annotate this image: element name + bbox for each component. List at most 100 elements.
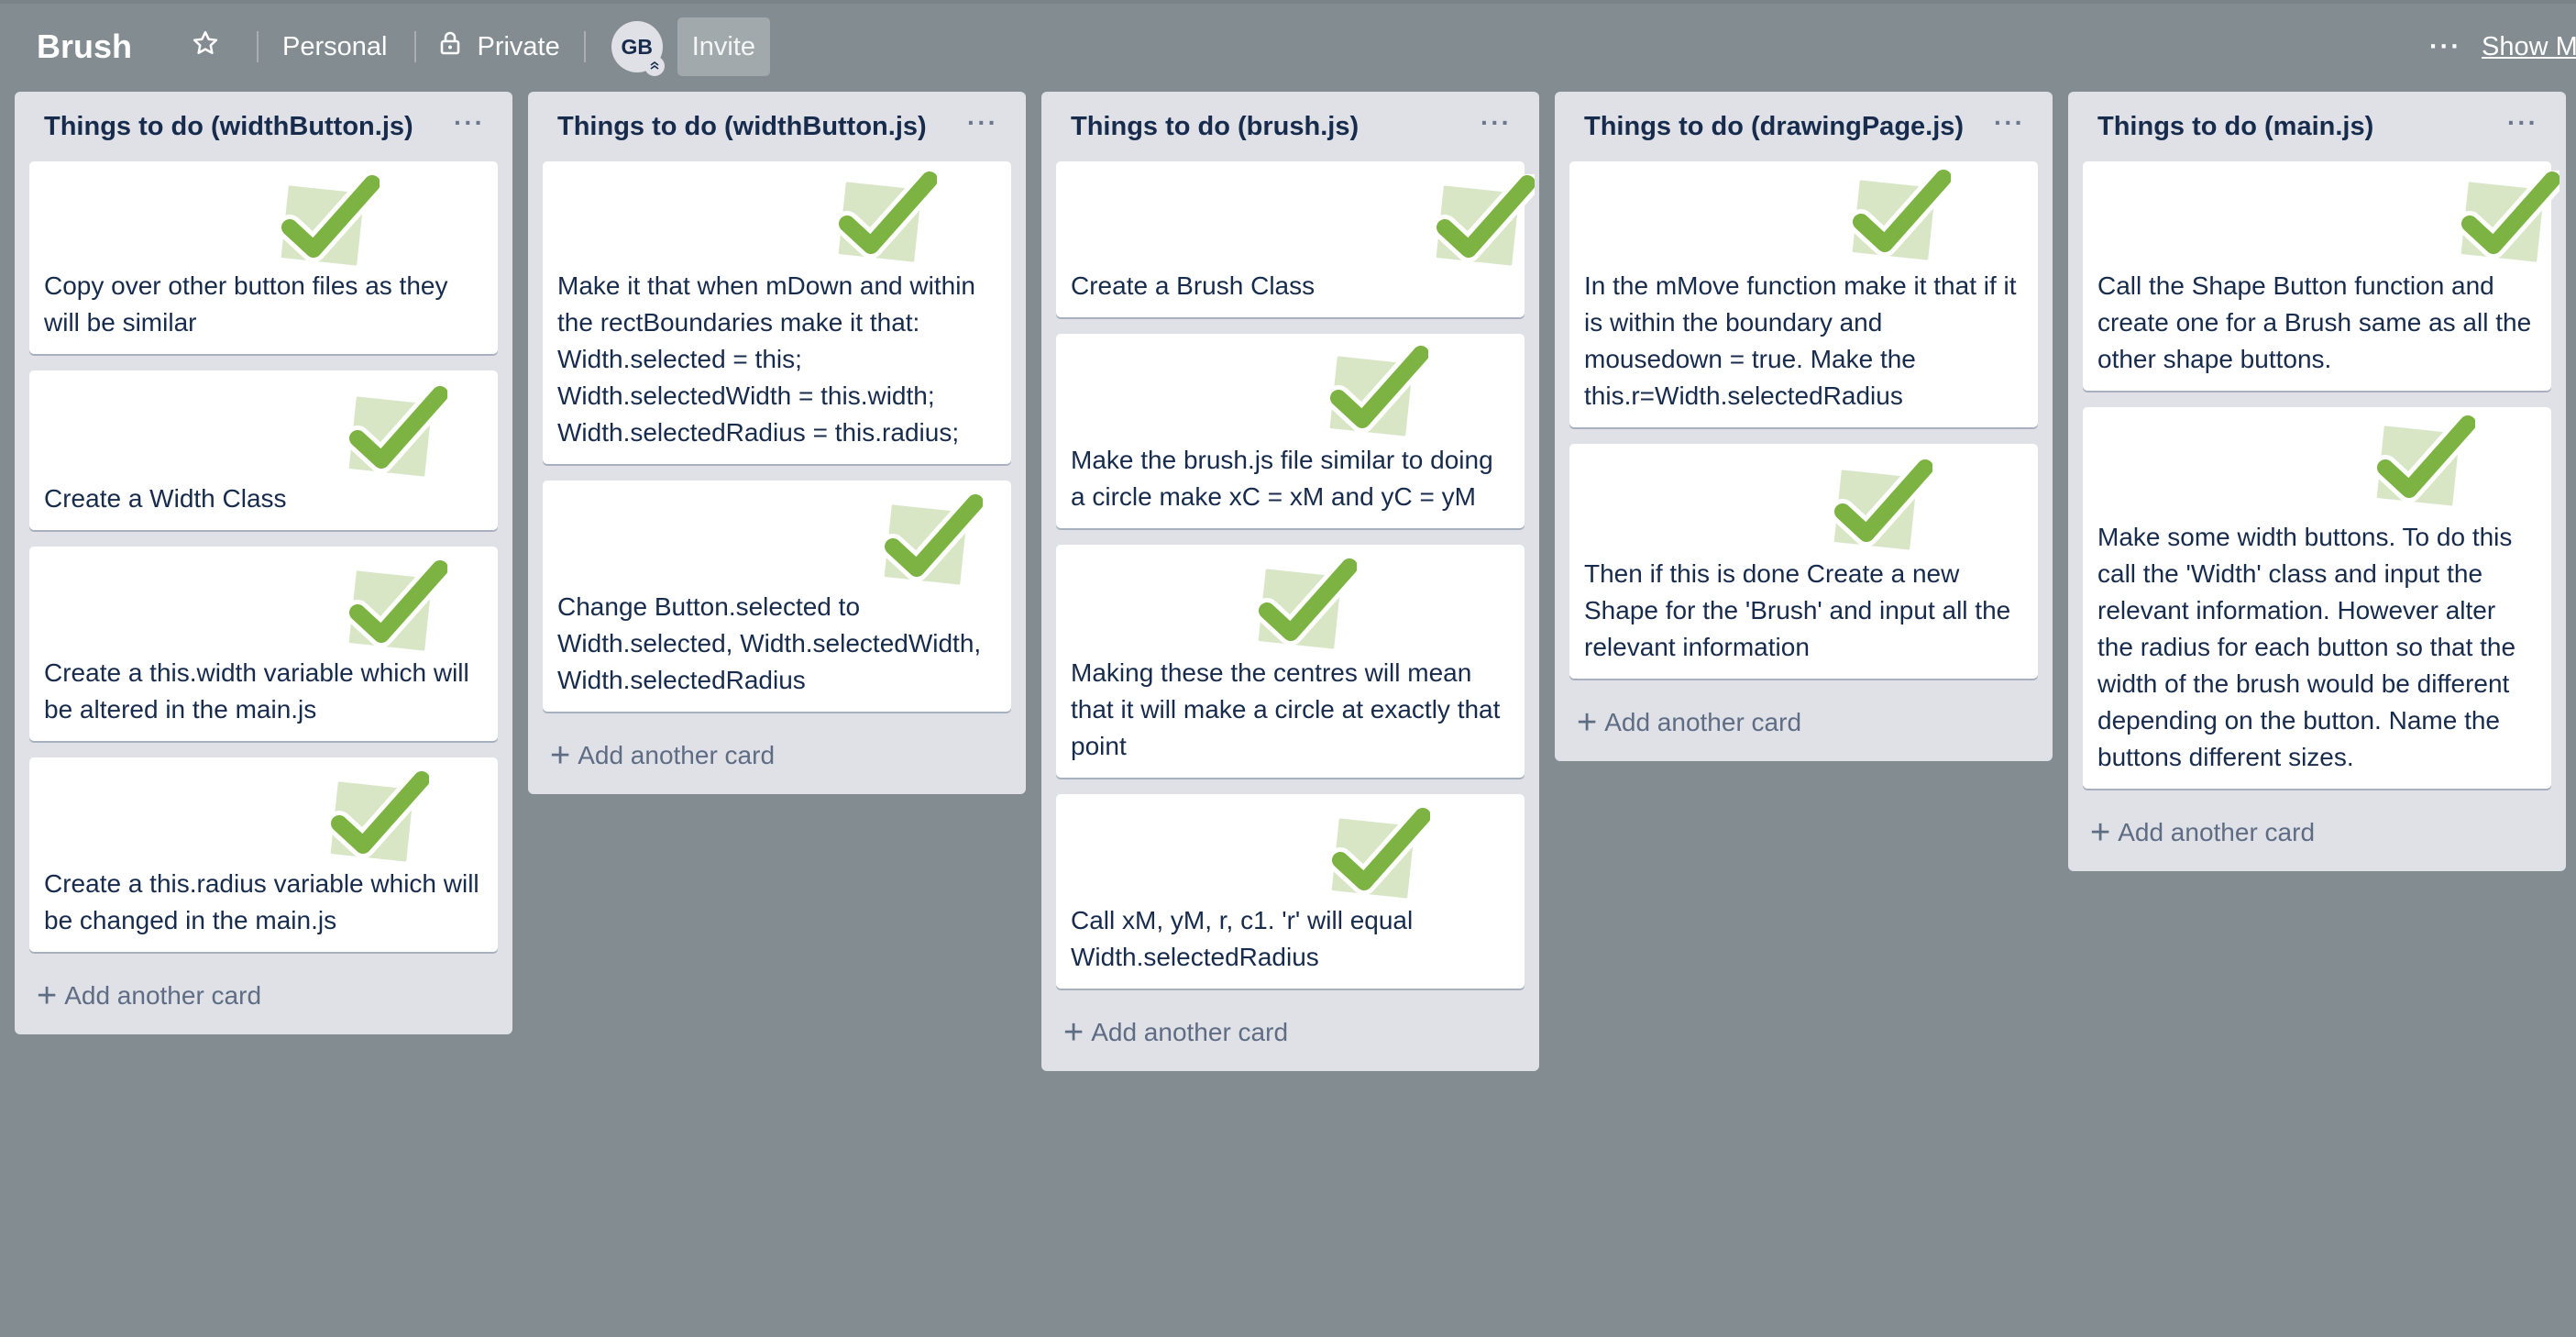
- list-header[interactable]: Things to do (widthButton.js) ···: [543, 92, 1011, 161]
- checkmark-icon: [2365, 414, 2475, 506]
- add-card-button[interactable]: + Add another card: [543, 728, 1011, 794]
- checkmark-icon: [270, 174, 380, 266]
- list-header[interactable]: Things to do (drawingPage.js) ···: [1569, 92, 2038, 161]
- card-title: Call the Shape Button function and creat…: [2097, 271, 2532, 373]
- card-title: Making these the centres will mean that …: [1071, 658, 1501, 760]
- plus-icon: +: [1577, 703, 1598, 742]
- checkmark-icon: [1247, 558, 1357, 649]
- show-menu-button[interactable]: ··· Show Me: [2429, 4, 2576, 90]
- card[interactable]: Make it that when mDown and within the r…: [543, 161, 1011, 464]
- card[interactable]: Call the Shape Button function and creat…: [2083, 161, 2551, 391]
- lock-icon: [440, 31, 477, 62]
- card-title: Create a Brush Class: [1071, 271, 1316, 300]
- plus-icon: +: [1063, 1013, 1084, 1052]
- list-title: Things to do (main.js): [2097, 112, 2374, 141]
- board-header: Brush Personal Private GB Invite ··· Sho…: [0, 4, 2576, 90]
- plus-icon: +: [37, 977, 58, 1015]
- card[interactable]: Change Button.selected to Width.selected…: [543, 481, 1011, 712]
- list-header[interactable]: Things to do (widthButton.js) ···: [29, 92, 498, 161]
- card-title: In the mMove function make it that if it…: [1584, 271, 2017, 410]
- card[interactable]: Call xM, yM, r, c1. 'r' will equal Width…: [1056, 794, 1525, 989]
- card-title: Change Button.selected to Width.selected…: [557, 592, 982, 694]
- card-cover: [1569, 161, 2038, 268]
- list-menu-icon[interactable]: ···: [2507, 108, 2538, 138]
- card[interactable]: Then if this is done Create a new Shape …: [1569, 444, 2038, 679]
- card-cover: [1056, 545, 1525, 655]
- card-title: Make it that when mDown and within the r…: [557, 271, 975, 447]
- add-card-button[interactable]: + Add another card: [1569, 695, 2038, 761]
- list-brush: Things to do (brush.js) ··· Create a Bru…: [1041, 92, 1539, 1071]
- card[interactable]: Make some width buttons. To do this call…: [2083, 407, 2551, 789]
- add-card-label: Add another card: [2118, 818, 2316, 846]
- list-widthbutton-1: Things to do (widthButton.js) ··· Copy o…: [15, 92, 512, 1034]
- plus-icon: +: [2090, 813, 2111, 852]
- card-cover: [29, 547, 498, 655]
- plus-icon: +: [550, 736, 571, 775]
- header-divider: [583, 31, 586, 62]
- header-divider: [414, 31, 417, 62]
- card-cover: [1056, 334, 1525, 442]
- invite-button[interactable]: Invite: [677, 17, 771, 76]
- checkmark-icon: [337, 385, 447, 477]
- checkmark-icon: [2449, 171, 2559, 262]
- card-cover: [29, 161, 498, 268]
- card-title: Create a this.radius variable which will…: [44, 869, 479, 934]
- card-title: Make the brush.js file similar to doing …: [1071, 446, 1493, 511]
- card-cover: [2083, 407, 2551, 519]
- card-title: Create a this.width variable which will …: [44, 658, 469, 724]
- checkmark-icon: [827, 171, 937, 262]
- checkmark-icon: [337, 559, 447, 651]
- avatar-initials: GB: [621, 34, 654, 59]
- card[interactable]: Making these the centres will mean that …: [1056, 545, 1525, 778]
- card-title: Copy over other button files as they wil…: [44, 271, 448, 337]
- checkmark-icon: [1841, 169, 1951, 260]
- card-cover: [1056, 794, 1525, 902]
- card-cover: [1056, 161, 1525, 268]
- checkmark-icon: [1822, 459, 1932, 550]
- list-menu-icon[interactable]: ···: [454, 108, 485, 138]
- card-cover: [29, 370, 498, 481]
- card-cover: [29, 757, 498, 866]
- member-avatar[interactable]: GB: [611, 21, 665, 76]
- star-icon: [192, 29, 219, 64]
- list-header[interactable]: Things to do (brush.js) ···: [1056, 92, 1525, 161]
- card[interactable]: Create a this.width variable which will …: [29, 547, 498, 741]
- checkmark-icon: [1425, 174, 1535, 266]
- card[interactable]: In the mMove function make it that if it…: [1569, 161, 2038, 427]
- list-title: Things to do (widthButton.js): [44, 112, 413, 141]
- add-card-button[interactable]: + Add another card: [1056, 1005, 1525, 1071]
- more-icon: ···: [2429, 31, 2461, 61]
- add-card-button[interactable]: + Add another card: [29, 968, 498, 1034]
- card[interactable]: Create a Brush Class: [1056, 161, 1525, 317]
- list-menu-icon[interactable]: ···: [1481, 108, 1512, 138]
- show-menu-label: Show Me: [2481, 31, 2576, 61]
- card-cover: [2083, 161, 2551, 268]
- list-widthbutton-2: Things to do (widthButton.js) ··· Make i…: [528, 92, 1026, 794]
- list-main: Things to do (main.js) ··· Call the Shap…: [2068, 92, 2566, 871]
- star-button[interactable]: [182, 19, 229, 74]
- privacy-button[interactable]: Private: [431, 19, 568, 74]
- card-title: Make some width buttons. To do this call…: [2097, 523, 2516, 771]
- checkmark-icon: [1318, 345, 1428, 436]
- add-card-label: Add another card: [64, 981, 262, 1010]
- add-card-label: Add another card: [578, 741, 776, 769]
- checkmark-icon: [1320, 807, 1430, 899]
- board-title[interactable]: Brush: [37, 28, 132, 66]
- team-visibility-button[interactable]: Personal: [273, 19, 400, 74]
- list-menu-icon[interactable]: ···: [1994, 108, 2025, 138]
- list-header[interactable]: Things to do (main.js) ···: [2083, 92, 2551, 161]
- card-title: Call xM, yM, r, c1. 'r' will equal Width…: [1071, 906, 1414, 971]
- card[interactable]: Make the brush.js file similar to doing …: [1056, 334, 1525, 528]
- card-title: Then if this is done Create a new Shape …: [1584, 559, 2011, 661]
- card-cover: [1569, 444, 2038, 556]
- card[interactable]: Copy over other button files as they wil…: [29, 161, 498, 354]
- list-title: Things to do (drawingPage.js): [1584, 112, 1965, 141]
- add-card-button[interactable]: + Add another card: [2083, 805, 2551, 871]
- card-cover: [543, 481, 1011, 589]
- list-title: Things to do (brush.js): [1071, 112, 1360, 141]
- header-divider: [257, 31, 259, 62]
- card[interactable]: Create a this.radius variable which will…: [29, 757, 498, 952]
- list-menu-icon[interactable]: ···: [967, 108, 998, 138]
- card[interactable]: Create a Width Class: [29, 370, 498, 530]
- card-title: Create a Width Class: [44, 484, 287, 513]
